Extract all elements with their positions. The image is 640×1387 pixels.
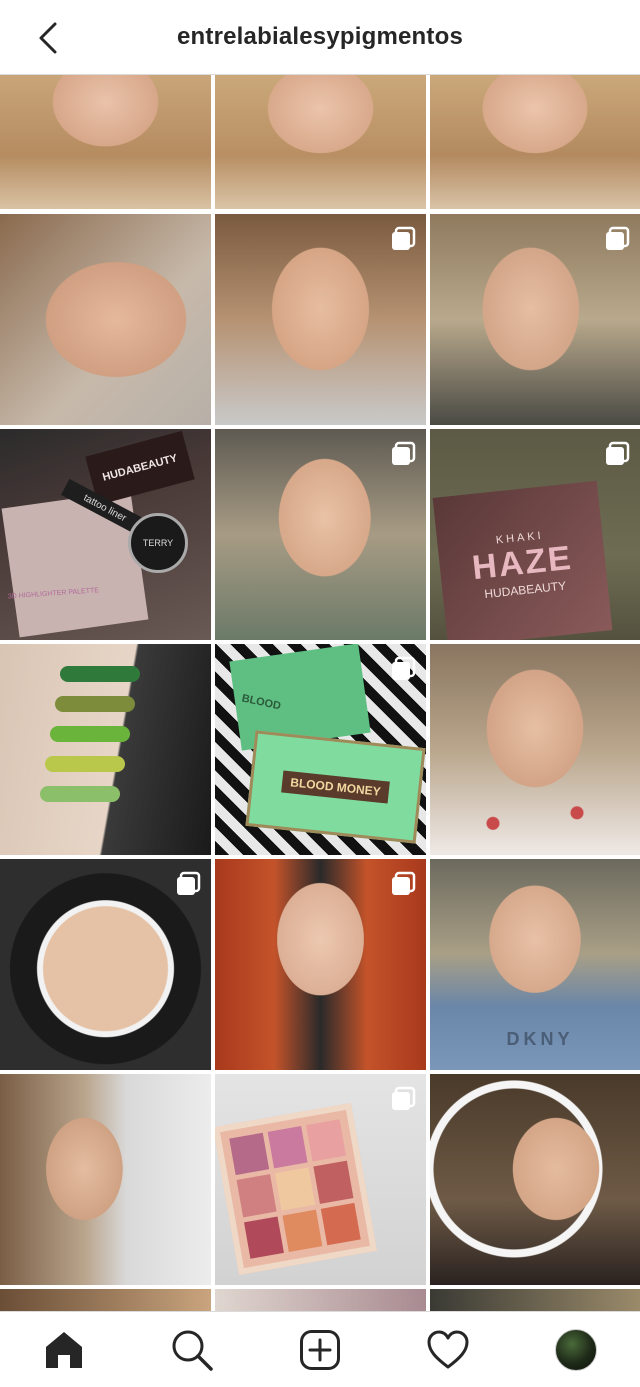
post-thumbnail[interactable] <box>430 214 640 425</box>
swatch <box>50 726 130 742</box>
post-thumbnail[interactable] <box>0 75 211 209</box>
multiple-photos-icon <box>392 1086 416 1110</box>
swatch <box>45 756 125 772</box>
post-thumbnail[interactable] <box>0 859 211 1070</box>
post-image <box>430 644 640 855</box>
nav-new-post[interactable] <box>288 1318 352 1382</box>
multiple-photos-icon <box>392 656 416 680</box>
post-thumbnail[interactable]: DKNY <box>430 859 640 1070</box>
post-thumbnail[interactable]: HUDABEAUTY tattoo liner TERRY 3D HIGHLIG… <box>0 429 211 640</box>
bottom-navigation <box>0 1311 640 1387</box>
post-thumbnail[interactable] <box>0 1074 211 1285</box>
nav-home[interactable] <box>32 1318 96 1382</box>
post-image <box>215 75 426 209</box>
new-post-icon <box>300 1329 340 1370</box>
nav-search[interactable] <box>160 1318 224 1382</box>
search-icon <box>172 1330 213 1371</box>
post-thumbnail[interactable]: BLOOD BLOOD MONEY <box>215 644 426 855</box>
swatch <box>55 696 135 712</box>
palette-text: BLOOD MONEY <box>281 770 390 804</box>
multiple-photos-icon <box>392 441 416 465</box>
post-image <box>0 1289 211 1311</box>
profile-username: entrelabialesypigmentos <box>176 23 464 50</box>
post-thumbnail[interactable] <box>430 1289 640 1311</box>
palette-box: KHAKI HAZE HUDABEAUTY <box>432 480 613 640</box>
post-thumbnail[interactable] <box>215 859 426 1070</box>
nav-activity[interactable] <box>416 1318 480 1382</box>
post-image <box>430 1289 640 1311</box>
post-thumbnail[interactable] <box>0 214 211 425</box>
activity-heart-icon <box>427 1330 469 1368</box>
post-thumbnail[interactable] <box>215 214 426 425</box>
post-thumbnail[interactable] <box>215 1289 426 1311</box>
posts-grid: HUDABEAUTY tattoo liner TERRY 3D HIGHLIG… <box>0 75 640 1311</box>
post-thumbnail[interactable] <box>215 75 426 209</box>
post-image <box>0 1074 211 1285</box>
swatch <box>60 666 140 682</box>
palette-box <box>215 1102 377 1276</box>
post-thumbnail[interactable] <box>430 644 640 855</box>
multiple-photos-icon <box>392 871 416 895</box>
product-label: TERRY <box>128 513 188 573</box>
chevron-left-icon <box>39 22 57 54</box>
home-icon <box>46 1331 82 1368</box>
post-thumbnail[interactable]: KHAKI HAZE HUDABEAUTY <box>430 429 640 640</box>
profile-avatar <box>555 1328 597 1371</box>
back-button[interactable] <box>30 18 66 58</box>
multiple-photos-icon <box>606 441 630 465</box>
post-thumbnail[interactable] <box>215 429 426 640</box>
multiple-photos-icon <box>177 871 201 895</box>
post-thumbnail[interactable] <box>0 1289 211 1311</box>
multiple-photos-icon <box>392 226 416 250</box>
multiple-photos-icon <box>606 226 630 250</box>
post-image <box>430 75 640 209</box>
post-image <box>0 214 211 425</box>
post-thumbnail[interactable] <box>430 75 640 209</box>
post-thumbnail[interactable] <box>215 1074 426 1285</box>
nav-profile[interactable] <box>544 1318 608 1382</box>
palette-text: BLOOD <box>240 692 282 713</box>
post-image <box>215 1289 426 1311</box>
post-image <box>0 75 211 209</box>
palette-box: BLOOD MONEY <box>245 730 426 844</box>
profile-header: entrelabialesypigmentos <box>0 0 640 75</box>
post-thumbnail[interactable] <box>430 1074 640 1285</box>
post-image <box>430 1074 640 1285</box>
swatch <box>40 786 120 802</box>
post-thumbnail[interactable] <box>0 644 211 855</box>
shirt-text: DKNY <box>506 1029 574 1049</box>
